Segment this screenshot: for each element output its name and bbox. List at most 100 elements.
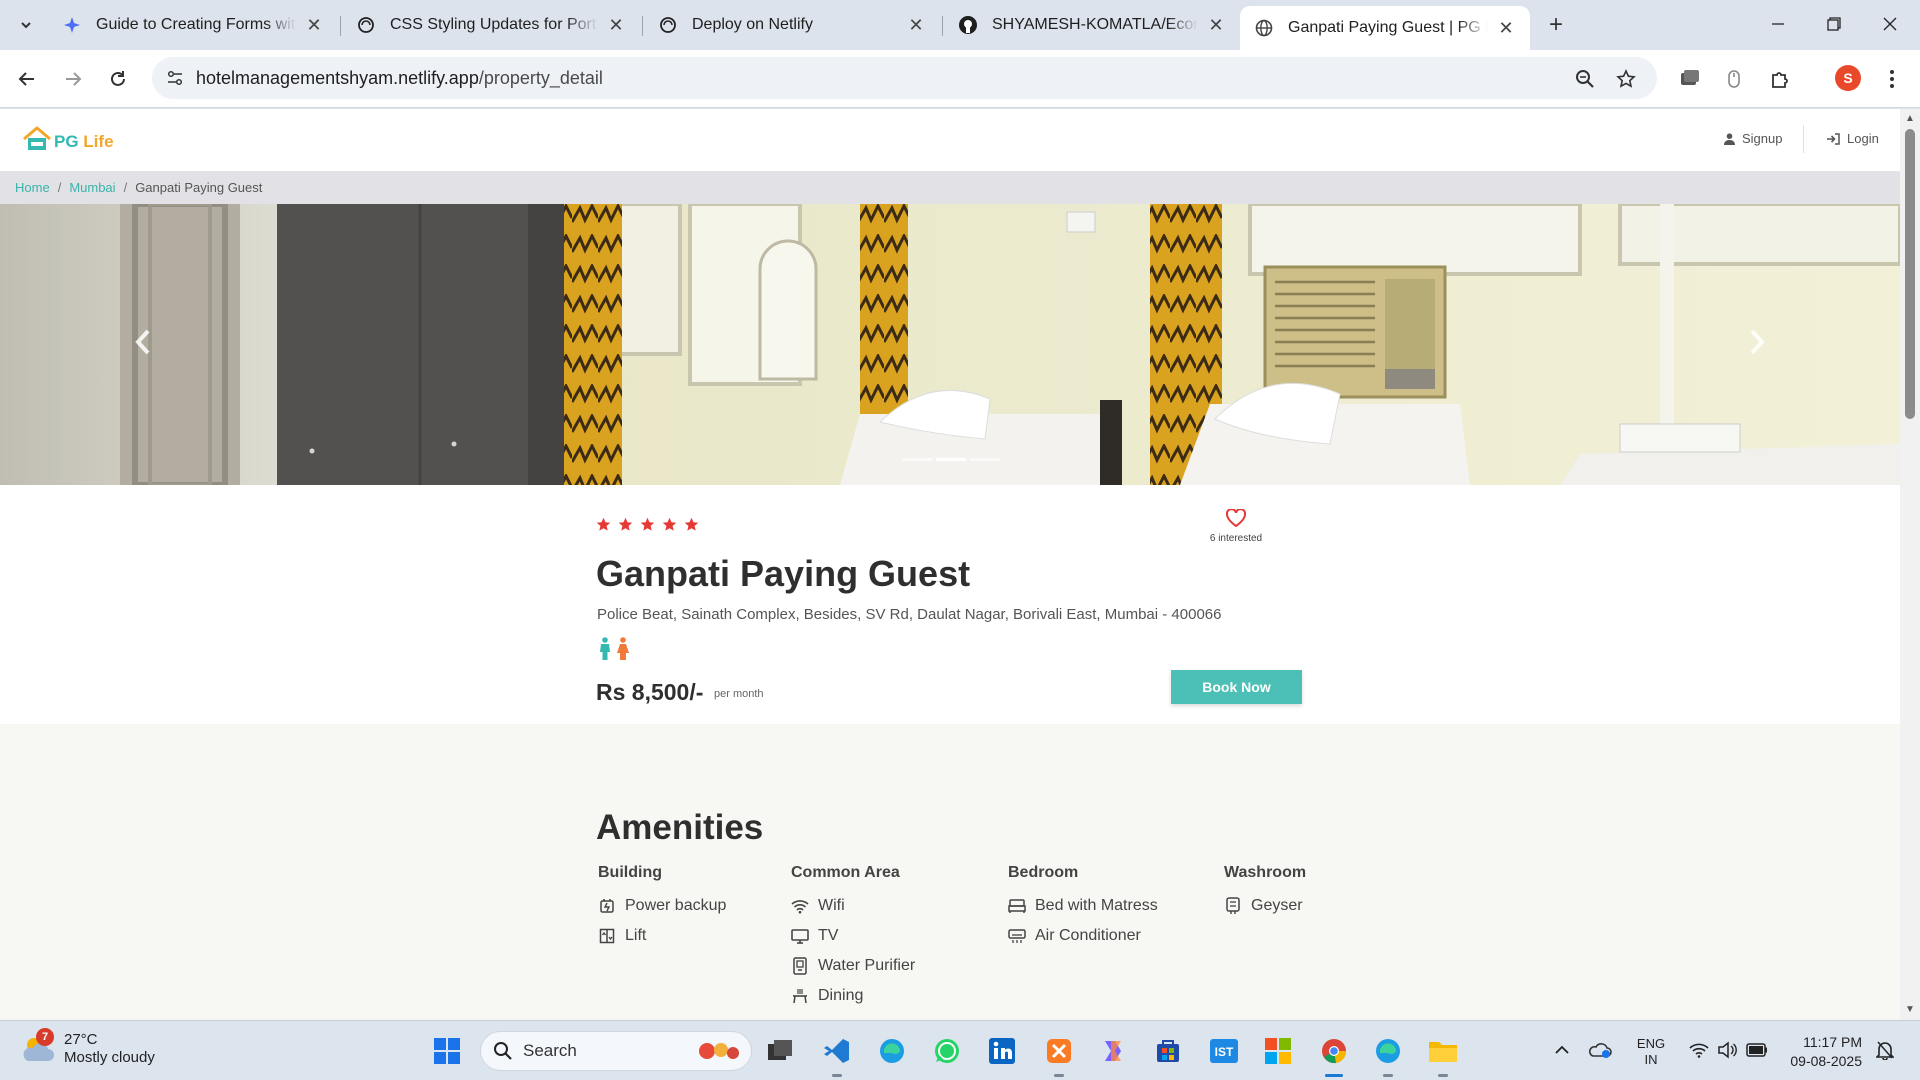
scroll-down-icon[interactable]: ▼ — [1904, 1004, 1916, 1016]
media-icon[interactable] — [1677, 66, 1703, 92]
bookmark-star-icon[interactable] — [1613, 66, 1639, 92]
edge-icon — [880, 1039, 904, 1063]
globe-icon — [1254, 18, 1274, 38]
carousel-next-button[interactable] — [1742, 322, 1772, 362]
amenity-group-heading: Bedroom — [1008, 864, 1079, 881]
web-page: PG Life Signup Login Home / Mumbai / Gan… — [0, 109, 1900, 1020]
close-icon[interactable]: ✕ — [606, 15, 626, 36]
chrome-icon — [1322, 1039, 1347, 1064]
close-icon[interactable]: ✕ — [1496, 18, 1516, 39]
notification-center-button[interactable] — [1872, 1035, 1898, 1065]
minimize-icon[interactable] — [1750, 0, 1806, 48]
reload-button[interactable] — [103, 64, 133, 94]
show-hidden-icons-button[interactable] — [1551, 1035, 1573, 1065]
book-now-button[interactable]: Book Now — [1171, 670, 1302, 704]
wifi-tray-icon[interactable] — [1686, 1035, 1712, 1065]
property-price: Rs 8,500/- — [596, 679, 704, 705]
taskbar-app-vscode[interactable] — [819, 1033, 855, 1077]
taskbar-app-store[interactable] — [1150, 1033, 1186, 1069]
more-menu-icon[interactable] — [1879, 66, 1905, 92]
taskbar-app-ist[interactable]: IST — [1206, 1033, 1242, 1069]
browser-tab[interactable]: SHYAMESH-KOMATLA/Ecommerce ✕ — [944, 6, 1240, 44]
taskbar-app-task-view[interactable] — [762, 1033, 798, 1069]
amenities-section: Amenities Building Power backup Lift Com… — [0, 724, 1900, 1020]
browser-tab[interactable]: Guide to Creating Forms with Fo ✕ — [48, 6, 338, 44]
dining-icon — [791, 987, 809, 1005]
windows-logo-icon — [434, 1038, 460, 1064]
close-icon[interactable]: ✕ — [304, 15, 324, 36]
new-tab-button[interactable]: + — [1540, 10, 1572, 42]
taskbar-app-copilot[interactable] — [1095, 1033, 1131, 1069]
volume-tray-icon[interactable] — [1714, 1035, 1740, 1065]
amenity-label: TV — [818, 927, 839, 944]
task-view-icon — [768, 1040, 792, 1060]
browser-tab-active[interactable]: Ganpati Paying Guest | PG Life ✕ — [1240, 6, 1530, 50]
zoom-icon[interactable] — [1572, 66, 1598, 92]
start-button[interactable] — [429, 1033, 465, 1069]
breadcrumb-home[interactable]: Home — [15, 180, 50, 195]
scroll-up-icon[interactable]: ▲ — [1904, 113, 1916, 125]
arrow-right-icon — [66, 72, 82, 86]
page-scrollbar[interactable]: ▲ ▼ — [1900, 109, 1920, 1020]
carousel-room-photo — [0, 204, 1900, 485]
browser-tab[interactable]: CSS Styling Updates for Portfolio ✕ — [342, 6, 640, 44]
taskbar-app-edge-2[interactable] — [1370, 1033, 1406, 1077]
close-icon[interactable]: ✕ — [906, 15, 926, 36]
scrollbar-thumb[interactable] — [1905, 129, 1915, 419]
profile-avatar[interactable]: S — [1835, 65, 1861, 91]
login-link[interactable]: Login — [1827, 131, 1879, 146]
tab-title: Ganpati Paying Guest | PG Life — [1288, 19, 1488, 36]
battery-tray-icon[interactable] — [1744, 1035, 1770, 1065]
login-label: Login — [1847, 131, 1879, 146]
taskbar-app-edge[interactable] — [874, 1033, 910, 1069]
carousel-indicator[interactable] — [970, 458, 1000, 461]
signup-link[interactable]: Signup — [1724, 131, 1782, 146]
edge-icon — [1376, 1039, 1400, 1063]
amenities-title: Amenities — [596, 808, 764, 847]
taskbar-app-whatsapp[interactable] — [929, 1033, 965, 1069]
amenity-group-bedroom: Bedroom Bed with Matress Air Conditioner — [1008, 864, 1158, 951]
whatsapp-icon — [935, 1039, 959, 1063]
breadcrumb-current: Ganpati Paying Guest — [135, 180, 263, 195]
language-indicator[interactable]: ENG IN — [1628, 1035, 1674, 1069]
taskbar-app-chrome[interactable] — [1316, 1033, 1352, 1077]
forward-button[interactable] — [58, 64, 88, 94]
running-indicator-active — [1325, 1074, 1343, 1077]
clock-time: 11:17 PM — [1803, 1034, 1862, 1050]
breadcrumb-separator: / — [123, 180, 128, 195]
running-indicator — [1383, 1074, 1393, 1077]
restore-icon[interactable] — [1806, 0, 1862, 48]
nav-divider — [1803, 125, 1804, 153]
store-icon — [1157, 1040, 1179, 1062]
weather-widget[interactable]: 7 27°C Mostly cloudy — [20, 1028, 155, 1067]
extensions-puzzle-icon[interactable] — [1768, 66, 1794, 92]
vscode-icon — [824, 1039, 849, 1063]
taskbar-search-box[interactable]: Search — [480, 1031, 752, 1071]
star-icon — [596, 517, 611, 531]
taskbar-clock[interactable]: 11:17 PM 09-08-2025 — [1780, 1033, 1862, 1071]
mouse-extension-icon[interactable] — [1721, 66, 1747, 92]
breadcrumb-city[interactable]: Mumbai — [69, 180, 115, 195]
taskbar-app-xampp[interactable] — [1041, 1033, 1077, 1077]
site-settings-icon[interactable] — [162, 65, 188, 91]
address-bar[interactable]: hotelmanagementshyam.netlify.app/propert… — [152, 57, 1657, 99]
taskbar-app-file-explorer[interactable] — [1425, 1033, 1461, 1077]
amenity-item: Dining — [791, 981, 915, 1011]
taskbar-app-linkedin[interactable] — [984, 1033, 1020, 1069]
pg-life-logo[interactable]: PG Life — [22, 126, 114, 152]
power-backup-icon — [598, 897, 616, 915]
carousel-prev-button[interactable] — [128, 322, 158, 362]
property-image-carousel[interactable] — [0, 204, 1900, 485]
taskbar-app-microsoft[interactable] — [1260, 1033, 1296, 1069]
close-window-icon[interactable] — [1862, 0, 1918, 48]
lift-icon — [598, 927, 616, 945]
close-icon[interactable]: ✕ — [1206, 15, 1226, 36]
back-button[interactable] — [12, 64, 42, 94]
carousel-indicator-active[interactable] — [936, 458, 966, 461]
sign-in-icon — [1827, 132, 1840, 145]
onedrive-tray-icon[interactable] — [1588, 1035, 1614, 1065]
tab-search-button[interactable] — [10, 10, 42, 40]
carousel-indicator[interactable] — [902, 458, 932, 461]
interested-toggle[interactable]: 6 interested — [1198, 508, 1274, 544]
browser-tab[interactable]: Deploy on Netlify ✕ — [644, 6, 940, 44]
